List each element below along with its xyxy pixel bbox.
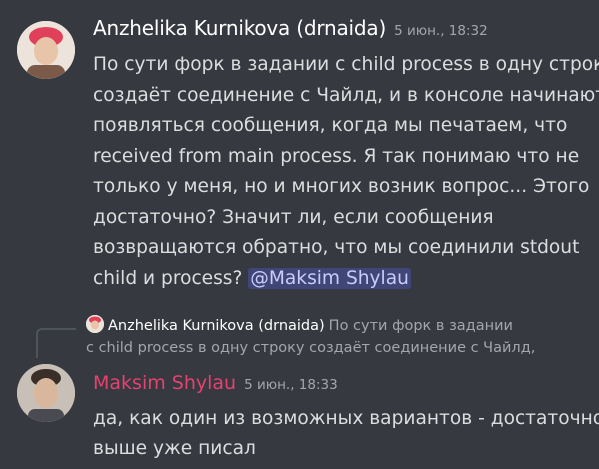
timestamp: 5 июн., 18:32 xyxy=(394,23,488,39)
message-line: создаёт соединение с Чайлд, и в консоле … xyxy=(93,84,599,106)
message-line: child и process? @Maksim Shylau xyxy=(93,264,593,295)
message-line: только у меня, но и многих возник вопрос… xyxy=(93,176,590,197)
message-line: received from main process. Я так понима… xyxy=(93,145,580,167)
user-avatar-icon xyxy=(17,364,75,422)
reply-preview: с child process в одну строку создаёт со… xyxy=(86,340,536,356)
message-line: достаточно? Значит ли, если сообщения xyxy=(93,206,494,228)
reply-connector xyxy=(36,328,76,358)
message-line: По сути форк в задании с child process в… xyxy=(93,54,599,75)
message-line: появляться сообщения, когда мы печатаем,… xyxy=(93,115,568,136)
author-name[interactable]: Anzhelika Kurnikova (drnaida) xyxy=(93,16,386,40)
author-name[interactable]: Maksim Shylau xyxy=(93,372,236,394)
message-line: да, как один из возможных вариантов - до… xyxy=(93,408,599,429)
message-body: да, как один из возможных вариантов - до… xyxy=(93,404,599,464)
reply-avatar xyxy=(86,315,104,333)
reply-line-1: Anzhelika Kurnikova (drnaida) По сути фор… xyxy=(86,315,591,337)
chat-area: Anzhelika Kurnikova (drnaida) 5 июн., 18:… xyxy=(0,0,599,469)
avatar[interactable] xyxy=(17,364,75,422)
message-body: По сути форк в задании с child process в… xyxy=(93,50,599,295)
message-header: Anzhelika Kurnikova (drnaida) 5 июн., 18:… xyxy=(93,16,488,46)
message-text: child и process? xyxy=(93,267,249,289)
avatar[interactable] xyxy=(17,21,75,79)
user-mention[interactable]: @Maksim Shylau xyxy=(248,267,411,289)
user-avatar-icon xyxy=(17,21,75,79)
user-avatar-icon xyxy=(86,315,104,333)
message-line: возвращаются обратно, что мы соединили s… xyxy=(93,237,580,258)
timestamp: 5 июн., 18:33 xyxy=(244,377,338,393)
reply-preview: По сути форк в задании xyxy=(328,318,513,334)
reply-author[interactable]: Anzhelika Kurnikova (drnaida) xyxy=(108,318,325,334)
message-header: Maksim Shylau 5 июн., 18:33 xyxy=(93,372,338,394)
reply-reference[interactable]: Anzhelika Kurnikova (drnaida) По сути фор… xyxy=(86,315,591,359)
message-line: выше уже писал xyxy=(93,438,256,459)
